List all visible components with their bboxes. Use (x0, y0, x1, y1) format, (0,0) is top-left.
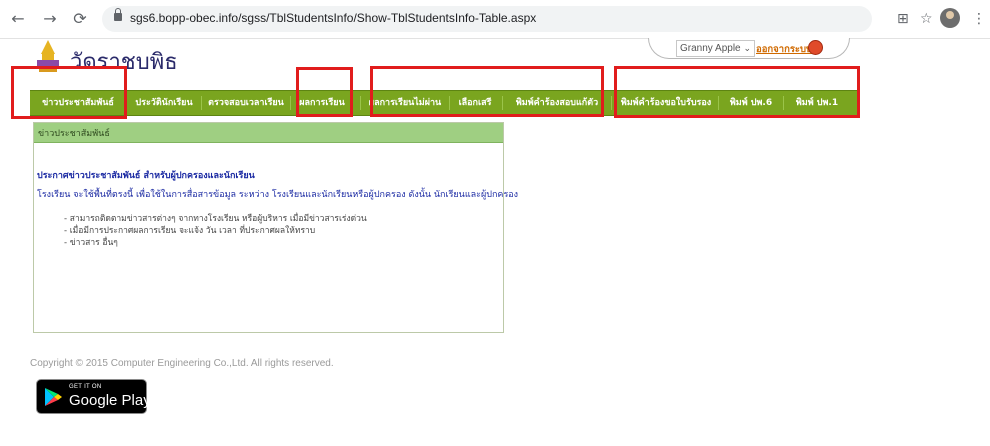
back-icon[interactable]: ← (8, 9, 28, 29)
news-panel: ข่าวประชาสัมพันธ์ ประกาศข่าวประชาสัมพันธ… (33, 122, 518, 333)
browser-toolbar: ← → ⟳ sgs6.bopp-obec.info/sgss/TblStuden… (0, 0, 990, 39)
forward-icon[interactable]: → (40, 9, 60, 29)
reload-icon[interactable]: ⟳ (70, 9, 90, 29)
nav-item-attendance[interactable]: ตรวจสอบเวลาเรียน (202, 91, 290, 115)
profile-avatar[interactable] (940, 8, 960, 28)
google-play-icon (45, 388, 62, 406)
nav-item-student-history[interactable]: ประวัตินักเรียน (127, 91, 201, 115)
highlight-box-print-forms (614, 66, 860, 118)
highlight-box-grades (296, 67, 353, 117)
nav-divider (611, 96, 612, 110)
google-play-big-text: Google Play (69, 392, 151, 409)
highlight-box-failed-electives-retest (370, 66, 604, 117)
user-select-value: Granny Apple (680, 43, 741, 54)
address-bar[interactable]: sgs6.bopp-obec.info/sgss/TblStudentsInfo… (102, 6, 872, 32)
logout-link[interactable]: ออกจากระบบ (756, 42, 812, 57)
chevron-down-icon: ⌄ (743, 43, 751, 53)
user-select[interactable]: Granny Apple ⌄ (676, 40, 755, 57)
news-body: โรงเรียน จะใช้พื้นที่ตรงนี้ เพื่อใช้ในกา… (37, 190, 519, 200)
star-icon[interactable]: ☆ (920, 9, 933, 29)
url-text[interactable]: sgs6.bopp-obec.info/sgss/TblStudentsInfo… (130, 11, 536, 25)
copyright-text: Copyright © 2015 Computer Engineering Co… (30, 358, 334, 369)
news-title: ประกาศข่าวประชาสัมพันธ์ สำหรับผู้ปกครองแ… (37, 171, 255, 181)
lock-icon (114, 8, 122, 21)
highlight-box-news (11, 66, 127, 119)
logout-icon[interactable] (808, 40, 823, 55)
news-bullet: - ข่าวสาร อื่นๆ (64, 238, 118, 248)
google-play-small-text: GET IT ON (69, 384, 102, 390)
translate-icon[interactable]: ⊞ (897, 9, 909, 29)
news-panel-heading: ข่าวประชาสัมพันธ์ (38, 129, 110, 139)
google-play-badge[interactable]: GET IT ON Google Play (36, 379, 151, 414)
news-panel-header: ข่าวประชาสัมพันธ์ (34, 123, 503, 143)
kebab-menu-icon[interactable]: ⋮ (972, 9, 986, 29)
